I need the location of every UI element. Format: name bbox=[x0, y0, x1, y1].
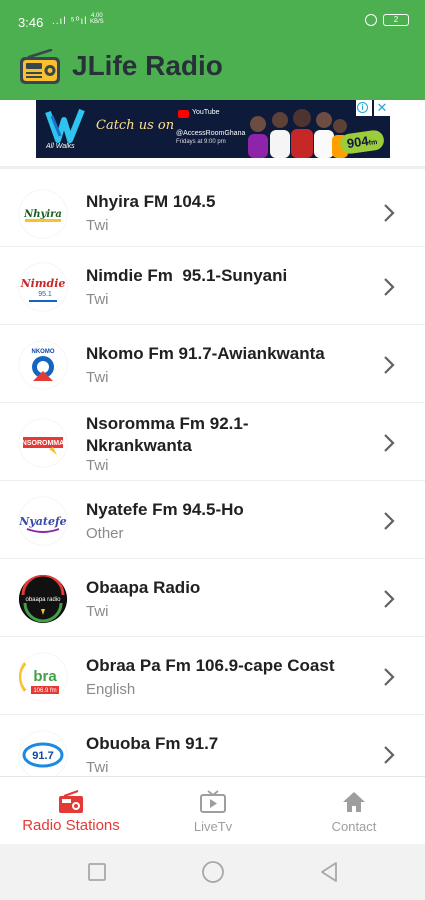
ad-schedule: Fridays at 9:00 pm bbox=[176, 139, 226, 145]
ad-close-button[interactable]: ✕ bbox=[374, 100, 390, 116]
nav-label: Contact bbox=[331, 819, 377, 834]
station-language: Twi bbox=[86, 759, 109, 776]
station-logo-icon: bra 106.9 fm bbox=[19, 653, 67, 701]
svg-text:91.7: 91.7 bbox=[32, 750, 53, 762]
station-language: English bbox=[86, 681, 136, 698]
bottom-navigation: Radio Stations LiveTv Contact bbox=[0, 776, 425, 844]
station-item[interactable]: obaapa radio Obaapa Radio Twi bbox=[0, 559, 425, 636]
home-button[interactable] bbox=[201, 860, 225, 884]
ad-logo-text: All Walks bbox=[46, 143, 75, 150]
station-item[interactable]: Nyatefe Nyatefe Fm 94.5-Ho Other bbox=[0, 481, 425, 558]
station-item[interactable]: Nimdie 95.1 Nimdie Fm 95.1-Sunyani Twi bbox=[0, 247, 425, 324]
radio-logo-icon bbox=[20, 49, 60, 84]
status-time: 3:46 bbox=[18, 15, 44, 30]
ad-handle: @AccessRoomGhana bbox=[176, 130, 246, 137]
svg-text:bra: bra bbox=[33, 668, 57, 685]
radio-icon bbox=[59, 790, 83, 813]
station-logo-icon: NKOMO bbox=[19, 341, 67, 389]
station-logo-icon: Nyatefe bbox=[19, 497, 67, 545]
recents-button[interactable] bbox=[85, 860, 109, 884]
station-item[interactable]: 91.7 Obuoba Fm 91.7 Twi bbox=[0, 715, 425, 776]
chevron-right-icon bbox=[384, 512, 395, 530]
nav-contact[interactable]: Contact bbox=[283, 777, 425, 845]
youtube-label: YouTube bbox=[192, 109, 220, 116]
svg-text:95.1: 95.1 bbox=[38, 291, 52, 298]
ad-badge-number: 904 bbox=[345, 133, 370, 152]
svg-text:Nhyira: Nhyira bbox=[23, 209, 62, 220]
ad-people-image bbox=[248, 109, 348, 158]
ad-badge-sub: fm bbox=[368, 138, 378, 148]
station-language: Twi bbox=[86, 369, 109, 386]
nav-radio-stations[interactable]: Radio Stations bbox=[0, 777, 142, 845]
signal-icon: ..ıl ⁵⁰ıl bbox=[52, 16, 88, 27]
station-list[interactable]: Nhyira Nhyira FM 104.5 Twi Nimdie 95.1 N… bbox=[0, 166, 425, 776]
station-item[interactable]: NSOROMMA Nsoromma Fm 92.1- Nkrankwanta T… bbox=[0, 403, 425, 480]
station-language: Twi bbox=[86, 603, 109, 620]
station-name: Nimdie Fm 95.1-Sunyani bbox=[86, 266, 288, 285]
station-name: Nyatefe Fm 94.5-Ho bbox=[86, 500, 244, 519]
ad-container: All Walks Catch us on YouTube @AccessRoo… bbox=[0, 100, 425, 166]
close-icon: ✕ bbox=[376, 100, 388, 115]
svg-text:106.9 fm: 106.9 fm bbox=[33, 688, 56, 694]
svg-text:NSOROMMA: NSOROMMA bbox=[22, 440, 64, 447]
nav-label: Radio Stations bbox=[22, 817, 120, 834]
station-language: Other bbox=[86, 525, 124, 542]
chevron-right-icon bbox=[384, 590, 395, 608]
chevron-right-icon bbox=[384, 278, 395, 296]
network-speed-unit: KB/S bbox=[90, 19, 104, 25]
status-icons: 2 bbox=[365, 14, 409, 26]
app-header: 3:46 ..ıl ⁵⁰ıl 4.00 KB/S 2 JLife Radio bbox=[0, 0, 425, 100]
ad-banner[interactable]: All Walks Catch us on YouTube @AccessRoo… bbox=[36, 100, 390, 158]
chevron-right-icon bbox=[384, 434, 395, 452]
station-item[interactable]: bra 106.9 fm Obraa Pa Fm 106.9-cape Coas… bbox=[0, 637, 425, 714]
back-button[interactable] bbox=[317, 860, 341, 884]
chevron-right-icon bbox=[384, 356, 395, 374]
tv-icon bbox=[200, 790, 226, 813]
svg-text:obaapa radio: obaapa radio bbox=[25, 597, 61, 603]
station-logo-icon: Nhyira bbox=[19, 190, 67, 238]
chevron-right-icon bbox=[384, 668, 395, 686]
station-item[interactable]: NKOMO Nkomo Fm 91.7-Awiankwanta Twi bbox=[0, 325, 425, 402]
station-name: Obaapa Radio bbox=[86, 578, 201, 597]
app-title: JLife Radio bbox=[72, 50, 223, 81]
status-bar: 3:46 ..ıl ⁵⁰ıl 4.00 KB/S 2 bbox=[0, 0, 425, 40]
station-name: Nkomo Fm 91.7-Awiankwanta bbox=[86, 344, 325, 363]
station-logo-icon: NSOROMMA bbox=[19, 419, 67, 467]
battery-level: 2 bbox=[393, 15, 399, 24]
station-logo-icon: Nimdie 95.1 bbox=[19, 263, 67, 311]
ad-info-button[interactable]: i bbox=[356, 100, 372, 116]
station-language: Twi bbox=[86, 291, 109, 308]
station-item[interactable]: Nhyira Nhyira FM 104.5 Twi bbox=[0, 169, 425, 246]
station-logo-icon: 91.7 bbox=[19, 731, 67, 776]
battery-icon: 2 bbox=[383, 14, 409, 26]
svg-text:Nyatefe: Nyatefe bbox=[19, 515, 67, 528]
home-icon bbox=[343, 792, 365, 812]
station-language: Twi bbox=[86, 217, 109, 234]
ad-headline: Catch us on bbox=[96, 118, 175, 133]
chevron-right-icon bbox=[384, 204, 395, 222]
system-navigation-bar bbox=[0, 844, 425, 900]
network-speed: 4.00 KB/S bbox=[90, 13, 104, 25]
alarm-icon bbox=[365, 14, 377, 26]
nav-label: LiveTv bbox=[193, 819, 233, 834]
chevron-right-icon bbox=[384, 746, 395, 764]
info-icon: i bbox=[357, 102, 368, 113]
station-name: Nhyira FM 104.5 bbox=[86, 192, 216, 211]
station-logo-icon: obaapa radio bbox=[19, 575, 67, 623]
svg-text:Nimdie: Nimdie bbox=[20, 277, 66, 290]
station-name: Nsoromma Fm 92.1- Nkrankwanta bbox=[86, 414, 249, 455]
nav-live-tv[interactable]: LiveTv bbox=[142, 777, 284, 845]
app-bar: JLife Radio bbox=[0, 40, 425, 100]
station-name: Obraa Pa Fm 106.9-cape Coast bbox=[86, 656, 335, 675]
youtube-icon bbox=[178, 110, 189, 118]
station-language: Twi bbox=[86, 457, 109, 474]
station-name: Obuoba Fm 91.7 bbox=[86, 734, 219, 753]
svg-text:NKOMO: NKOMO bbox=[32, 349, 55, 355]
